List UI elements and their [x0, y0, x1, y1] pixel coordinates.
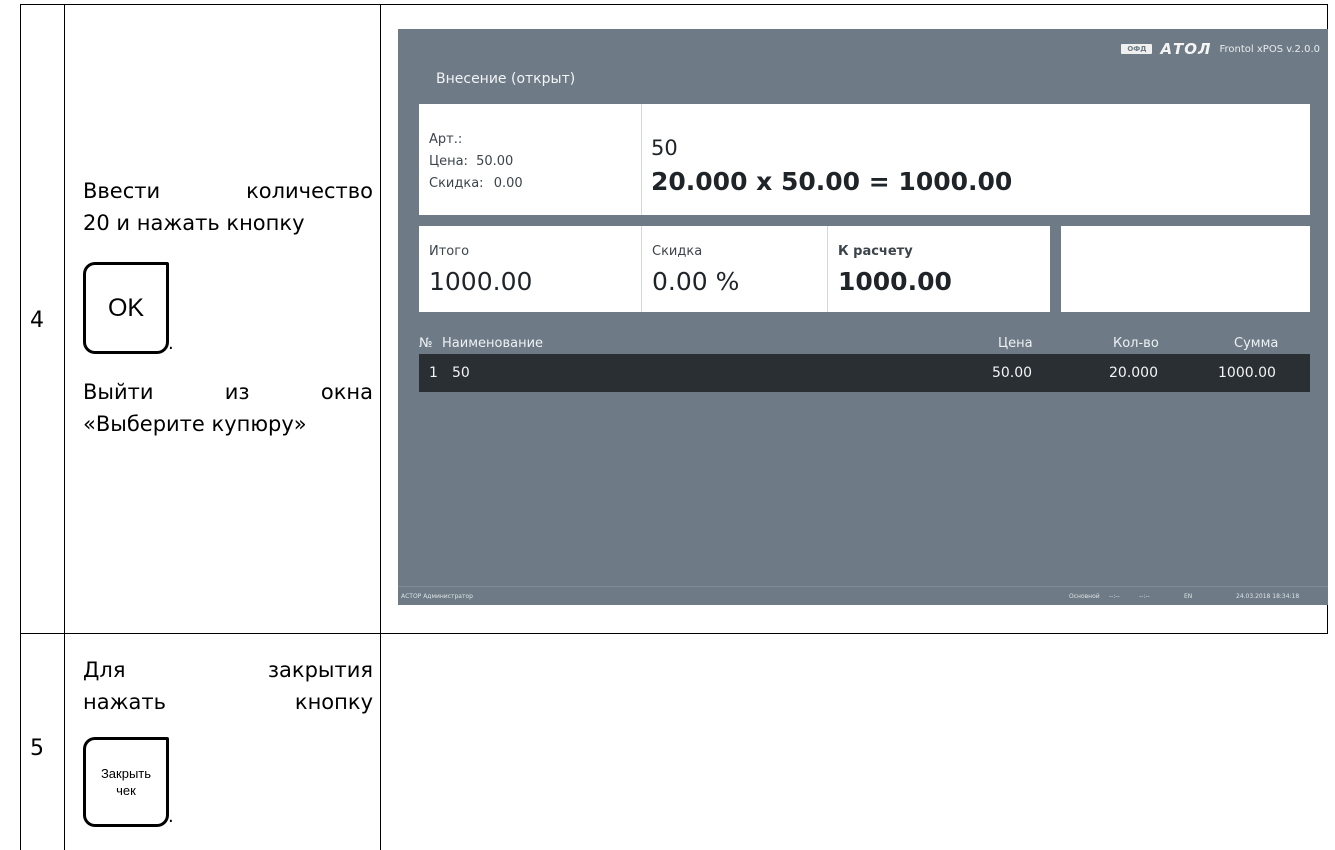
- row4-word-iz: из: [224, 380, 250, 404]
- discount-value: 0.00: [493, 176, 523, 191]
- total-block: Итого 1000.00: [419, 226, 641, 312]
- table-border-top: [20, 4, 1328, 5]
- status-mode: Основной: [1069, 593, 1100, 600]
- col-header-price: Цена: [998, 336, 1033, 351]
- row4-word-vyiti: Выйти: [83, 380, 154, 404]
- col-header-qty: Кол-во: [1113, 336, 1159, 351]
- col-header-name: Наименование: [442, 336, 544, 351]
- row5-word-dlya: Для: [83, 658, 126, 682]
- item-details: Арт.: Цена: 50.00 Скидка: 0.00: [419, 104, 642, 215]
- row-number-5: 5: [30, 736, 44, 761]
- table-border-left: [20, 4, 21, 850]
- row-price: 50.00: [992, 365, 1033, 381]
- receipt-row-selected[interactable]: 1 50 50.00 20.000 1000.00: [419, 354, 1310, 392]
- table-border-col1: [64, 4, 65, 850]
- row4-word-vvesti: Ввести: [83, 179, 161, 203]
- due-value: 1000.00: [838, 267, 952, 296]
- row-number-4: 4: [30, 308, 44, 333]
- row4-line2: 20 и нажать кнопку: [83, 211, 305, 235]
- totals-card: Итого 1000.00 Скидка 0.00 % К расчету 10…: [419, 226, 1050, 312]
- row5-word-nazhat: нажать: [83, 690, 166, 714]
- table-border-col2: [380, 4, 381, 850]
- due-block: К расчету 1000.00: [828, 226, 1050, 312]
- status-lang: EN: [1184, 593, 1193, 600]
- price-label: Цена:: [429, 154, 468, 169]
- extra-info-panel: [1061, 226, 1310, 312]
- row5-word-zakrytiya: закрытия: [267, 658, 373, 682]
- item-name: 50: [651, 136, 678, 160]
- close-check-key-icon: Закрыть чек: [83, 737, 169, 827]
- row-num: 1: [429, 365, 438, 381]
- receipt-list-header: № Наименование Цена Кол-во Сумма: [419, 336, 1310, 354]
- close-check-key-label: Закрыть чек: [101, 765, 151, 799]
- brand-area: ОФД АТОЛ Frontol xPOS v.2.0.0: [1121, 40, 1320, 58]
- row-sum: 1000.00: [1218, 365, 1276, 381]
- ok-key-icon: OK: [83, 262, 169, 354]
- row5-line1: Для закрытия: [83, 654, 373, 686]
- total-discount-label: Скидка: [652, 244, 703, 259]
- status-field-1: --:--: [1109, 593, 1120, 600]
- close-check-key-line2: чек: [116, 783, 136, 798]
- row4-instruction: Ввести количество 20 и нажать кнопку: [83, 175, 373, 239]
- price-row: Цена: 50.00: [429, 154, 513, 169]
- total-discount-value: 0.00 %: [652, 267, 740, 296]
- row4-line4: «Выберите купюру»: [83, 412, 307, 436]
- ofd-badge: ОФД: [1121, 44, 1153, 54]
- row4-word-kolichestvo: количество: [246, 179, 373, 203]
- close-check-key-line1: Закрыть: [100, 766, 152, 781]
- document-status-title: Внесение (открыт): [436, 71, 576, 87]
- discount-label: Скидка:: [429, 176, 484, 191]
- price-value: 50.00: [476, 154, 514, 169]
- row4-period: .: [168, 333, 174, 354]
- row5-line2: нажать кнопку: [83, 686, 373, 718]
- row5-period: .: [168, 806, 174, 827]
- col-header-num: №: [419, 336, 433, 351]
- status-field-2: --:--: [1139, 593, 1150, 600]
- pos-screen: Внесение (открыт) ОФД АТОЛ Frontol xPOS …: [398, 29, 1328, 605]
- row4-instruction-2: Выйти из окна «Выберите купюру»: [83, 376, 373, 440]
- art-label: Арт.:: [429, 132, 463, 147]
- row4-word-okna: окна: [320, 380, 373, 404]
- due-label: К расчету: [838, 244, 913, 259]
- status-bar: АСТОР Администратор Основной --:-- --:--…: [398, 586, 1328, 605]
- row4-line3: Выйти из окна: [83, 376, 373, 408]
- status-datetime: 24.03.2018 18:34:18: [1236, 593, 1300, 600]
- current-item-card: Арт.: Цена: 50.00 Скидка: 0.00 50 20.000…: [419, 104, 1310, 215]
- status-user: АСТОР Администратор: [401, 593, 473, 600]
- row5-instruction: Для закрытия нажать кнопку: [83, 654, 373, 718]
- discount-block: Скидка 0.00 %: [642, 226, 827, 312]
- total-value: 1000.00: [429, 267, 533, 296]
- app-version: Frontol xPOS v.2.0.0: [1219, 43, 1320, 55]
- discount-row: Скидка: 0.00: [429, 176, 523, 191]
- table-border-row-separator: [20, 633, 1328, 634]
- col-header-sum: Сумма: [1234, 336, 1279, 351]
- row-qty: 20.000: [1109, 365, 1158, 381]
- ok-key-label: OK: [107, 293, 145, 322]
- row-name: 50: [452, 365, 470, 381]
- row5-word-knopku: кнопку: [294, 690, 373, 714]
- aton-logo-icon: АТОЛ: [1160, 40, 1212, 58]
- item-calculation: 20.000 x 50.00 = 1000.00: [651, 167, 1013, 196]
- pos-header: Внесение (открыт) ОФД АТОЛ Frontol xPOS …: [398, 29, 1328, 99]
- row4-line1: Ввести количество: [83, 175, 373, 207]
- total-label: Итого: [429, 244, 470, 259]
